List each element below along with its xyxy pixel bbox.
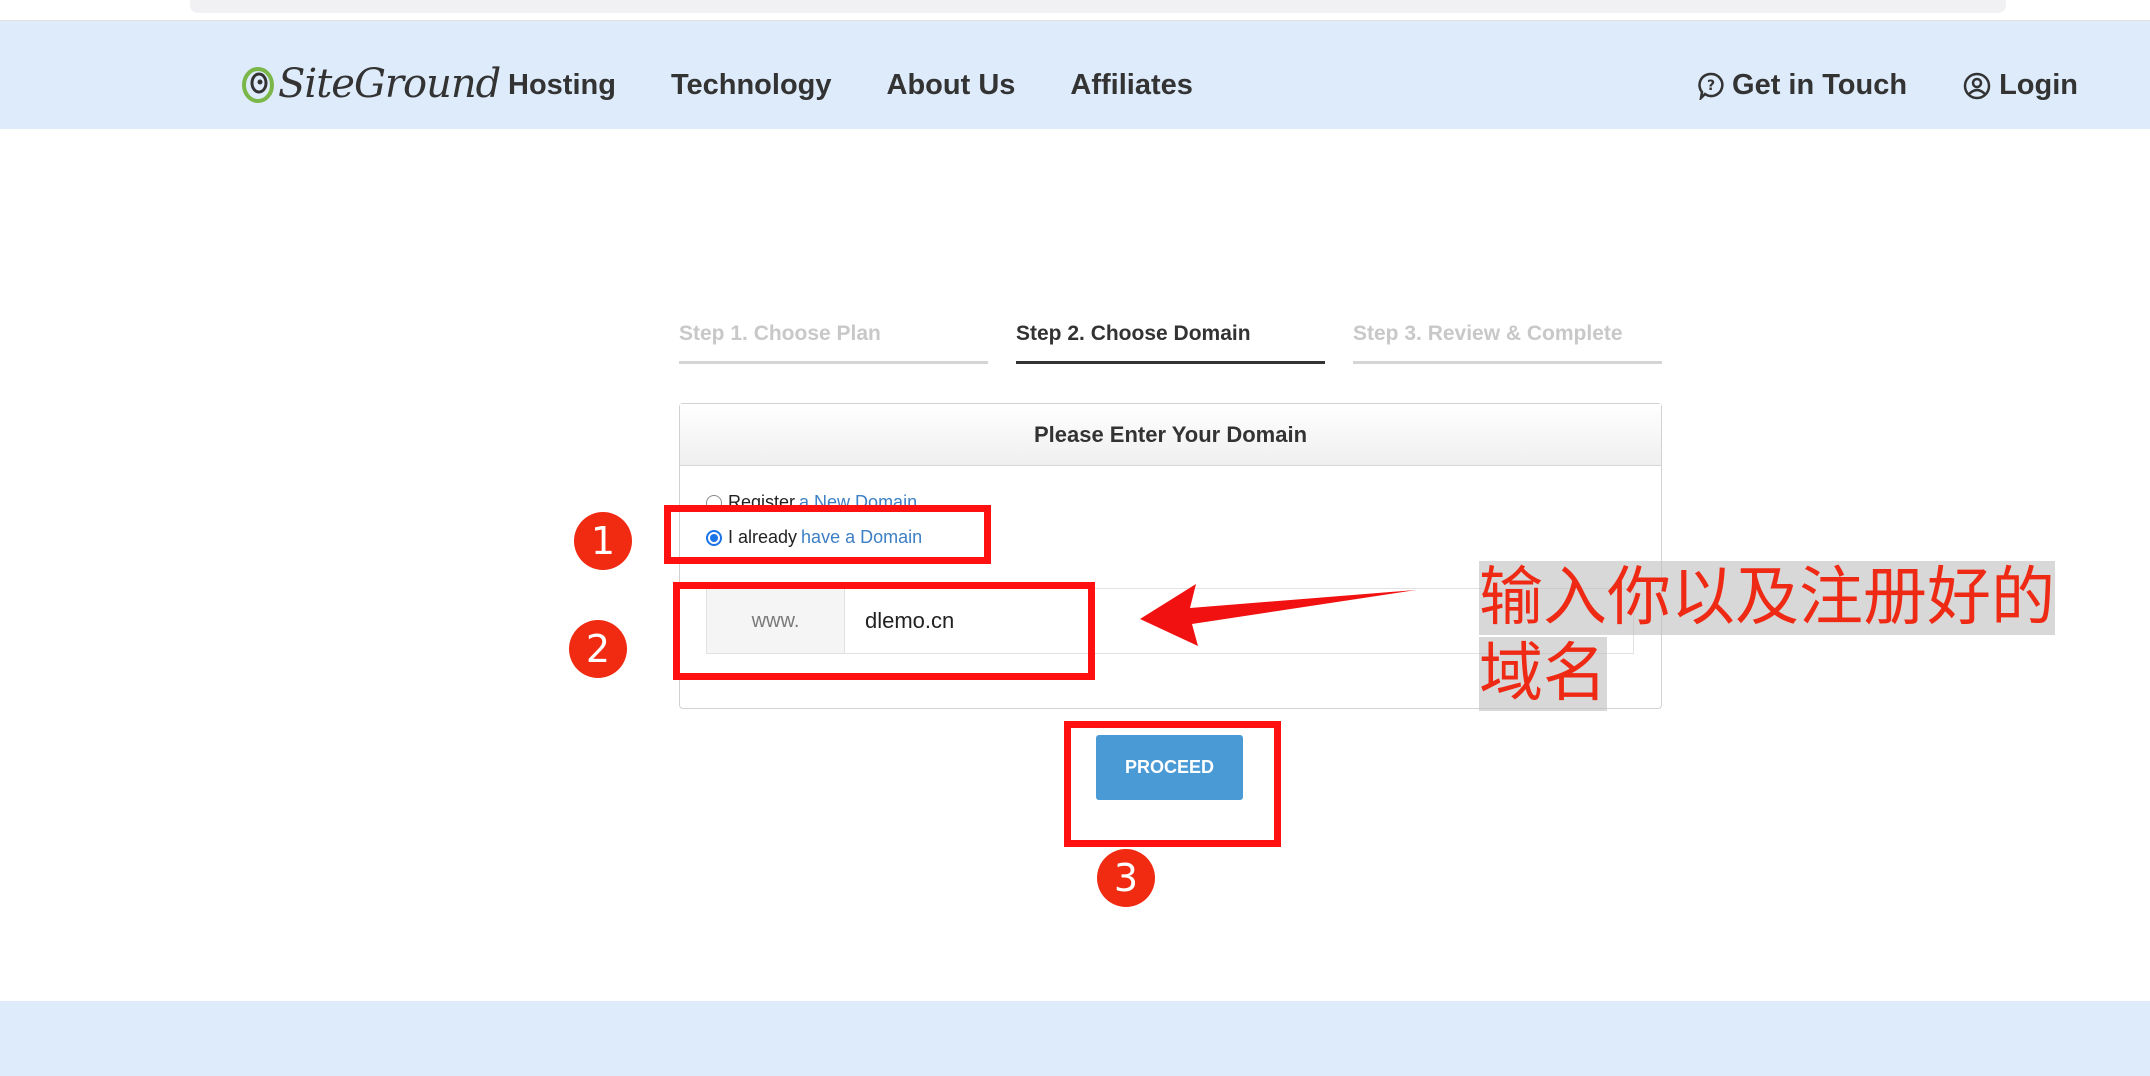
nav-technology[interactable]: Technology [671,69,832,102]
logo-swirl-icon [242,63,274,105]
svg-text:?: ? [1707,78,1715,94]
login-label: Login [1999,69,2078,101]
nav-affiliates[interactable]: Affiliates [1070,69,1192,102]
annotation-box-3 [1064,721,1281,847]
step-choose-plan[interactable]: Step 1. Choose Plan [679,322,988,364]
get-in-touch-link[interactable]: ? Get in Touch [1698,69,1907,102]
siteground-logo[interactable]: SiteGround [242,59,501,109]
logo-text: SiteGround [278,61,501,107]
annotation-note-line2: 域名 [1479,637,1607,711]
chat-question-icon: ? [1698,72,1724,100]
step-choose-domain[interactable]: Step 2. Choose Domain [1016,322,1325,364]
step-review-complete[interactable]: Step 3. Review & Complete [1353,322,1662,364]
site-header: SiteGround Hosting Technology About Us A… [0,21,2150,129]
browser-address-bar [190,0,2006,13]
get-in-touch-label: Get in Touch [1732,69,1908,101]
annotation-box-1 [664,505,991,564]
annotation-number-3: 3 [1097,849,1155,907]
annotation-number-1: 1 [574,512,632,570]
annotation-arrow-icon [1140,584,1416,646]
footer-band [0,1001,2150,1076]
nav-about-us[interactable]: About Us [887,69,1016,102]
annotation-number-2: 2 [569,620,627,678]
annotation-note-line1: 输入你以及注册好的 [1479,561,2055,635]
annotation-box-2 [673,582,1095,680]
nav-hosting[interactable]: Hosting [508,69,616,102]
panel-title: Please Enter Your Domain [680,404,1661,466]
user-circle-icon [1963,72,1991,99]
annotation-note: 输入你以及注册好的 域名 [1479,560,2089,712]
browser-strip [0,0,2150,21]
main-nav: Hosting Technology About Us Affiliates [508,69,1248,102]
login-link[interactable]: Login [1963,69,2078,102]
checkout-steps: Step 1. Choose Plan Step 2. Choose Domai… [679,322,1662,364]
header-actions: ? Get in Touch Login [1642,69,2078,102]
